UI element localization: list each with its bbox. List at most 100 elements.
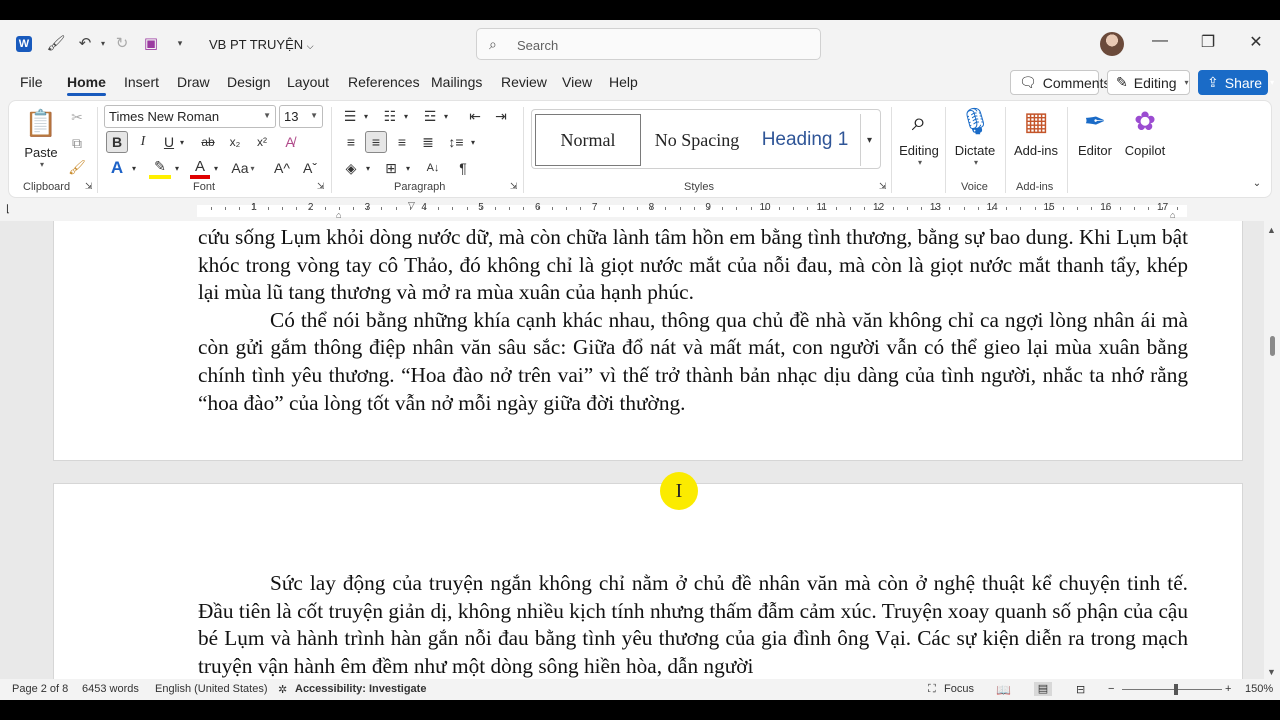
- collapse-ribbon-icon[interactable]: ⌄: [1249, 175, 1265, 191]
- restore-button[interactable]: ❐: [1196, 32, 1220, 56]
- document-title[interactable]: VB PT TRUYỆN ⌵: [209, 37, 314, 52]
- subscript-button[interactable]: x₂: [224, 131, 246, 153]
- align-center-icon[interactable]: ≡: [365, 131, 387, 153]
- tab-view[interactable]: View: [562, 74, 592, 90]
- copy-icon[interactable]: ⧉: [67, 133, 87, 153]
- text-effects-icon[interactable]: A: [106, 157, 128, 179]
- editing-mode-button[interactable]: ✎ Editing ▾: [1107, 70, 1190, 95]
- document-canvas[interactable]: cứu sống Lụm khỏi dòng nước dữ, mà còn c…: [0, 221, 1264, 679]
- right-indent-marker-icon[interactable]: ⌂: [1170, 210, 1175, 220]
- font-size-combo[interactable]: 13 ▼: [279, 105, 323, 128]
- chevron-down-icon[interactable]: ▾: [441, 105, 451, 127]
- zoom-level[interactable]: 150%: [1245, 683, 1273, 695]
- tab-review[interactable]: Review: [501, 74, 547, 90]
- dialog-launcher-icon[interactable]: ⇲: [510, 181, 518, 192]
- line-spacing-icon[interactable]: ↕≡: [446, 131, 466, 153]
- style-no-spacing[interactable]: No Spacing: [644, 114, 750, 166]
- show-formatting-icon[interactable]: ¶: [453, 157, 473, 179]
- chevron-down-icon[interactable]: ▾: [129, 157, 139, 179]
- editor-button[interactable]: ✒ Editor: [1073, 105, 1117, 158]
- zoom-slider[interactable]: [1122, 689, 1222, 690]
- first-line-indent-marker-icon[interactable]: ▽: [408, 200, 415, 211]
- italic-button[interactable]: I: [133, 131, 153, 153]
- tab-home[interactable]: Home: [67, 74, 106, 96]
- strikethrough-button[interactable]: ab: [197, 131, 219, 153]
- chevron-down-icon[interactable]: ▾: [468, 131, 478, 153]
- align-left-icon[interactable]: ≡: [341, 131, 361, 153]
- superscript-button[interactable]: x²: [251, 131, 273, 153]
- read-mode-icon[interactable]: 📖: [996, 683, 1011, 697]
- bullets-icon[interactable]: ☰: [341, 105, 359, 127]
- search-box[interactable]: ⌕ Search: [476, 28, 821, 60]
- page-count[interactable]: Page 2 of 8: [12, 683, 68, 695]
- format-painter-icon[interactable]: 🖌: [67, 157, 87, 177]
- format-painter-quick-icon[interactable]: 🖌: [46, 34, 65, 52]
- chevron-down-icon[interactable]: ▾: [401, 105, 411, 127]
- tab-mailings[interactable]: Mailings: [431, 74, 482, 90]
- scroll-up-icon[interactable]: ▲: [1267, 225, 1276, 235]
- save-icon[interactable]: ▣: [142, 34, 160, 52]
- cut-icon[interactable]: ✂: [67, 107, 87, 127]
- tab-insert[interactable]: Insert: [124, 74, 159, 90]
- undo-dropdown-icon[interactable]: ▾: [94, 34, 112, 52]
- font-color-icon[interactable]: A: [190, 157, 210, 179]
- tab-file[interactable]: File: [20, 74, 43, 90]
- dictate-button[interactable]: 🎙 Dictate ▾: [951, 105, 999, 167]
- tab-references[interactable]: References: [348, 74, 420, 90]
- scroll-thumb[interactable]: [1270, 336, 1275, 356]
- dialog-launcher-icon[interactable]: ⇲: [879, 181, 887, 192]
- increase-indent-icon[interactable]: ⇥: [491, 105, 511, 127]
- chevron-down-icon[interactable]: ▾: [361, 105, 371, 127]
- web-layout-icon[interactable]: ⊟: [1076, 683, 1085, 696]
- change-case-button[interactable]: Aa ▾: [229, 157, 257, 179]
- tab-help[interactable]: Help: [609, 74, 638, 90]
- underline-dropdown-icon[interactable]: ▾: [177, 131, 187, 153]
- chevron-down-icon[interactable]: ▾: [211, 157, 221, 179]
- decrease-indent-icon[interactable]: ⇤: [465, 105, 485, 127]
- style-normal[interactable]: Normal: [535, 114, 641, 166]
- shrink-font-button[interactable]: Aˇ: [299, 157, 321, 179]
- styles-more-icon[interactable]: ▾: [860, 114, 878, 166]
- redo-icon[interactable]: ↻: [113, 34, 131, 52]
- comments-button[interactable]: 🗨 Comments: [1010, 70, 1110, 95]
- zoom-out-icon[interactable]: −: [1108, 683, 1114, 695]
- font-name-combo[interactable]: Times New Roman ▼: [104, 105, 276, 128]
- add-ins-button[interactable]: ▦ Add-ins: [1011, 105, 1061, 158]
- minimize-button[interactable]: —: [1148, 32, 1172, 56]
- focus-button[interactable]: Focus: [944, 683, 974, 695]
- clear-formatting-icon[interactable]: A̸: [279, 131, 301, 153]
- tab-design[interactable]: Design: [227, 74, 271, 90]
- customize-toolbar-icon[interactable]: ▾: [171, 34, 189, 52]
- avatar[interactable]: [1100, 32, 1124, 56]
- bold-button[interactable]: B: [106, 131, 128, 153]
- borders-icon[interactable]: ⊞: [381, 157, 401, 179]
- language-status[interactable]: English (United States): [155, 683, 268, 695]
- chevron-down-icon[interactable]: ▾: [363, 157, 373, 179]
- zoom-slider-thumb[interactable]: [1174, 684, 1178, 695]
- tab-layout[interactable]: Layout: [287, 74, 329, 90]
- undo-icon[interactable]: ↶: [76, 34, 94, 52]
- word-count[interactable]: 6453 words: [82, 683, 139, 695]
- align-right-icon[interactable]: ≡: [392, 131, 412, 153]
- underline-button[interactable]: U: [159, 131, 179, 153]
- shading-icon[interactable]: ◈: [341, 157, 361, 179]
- dialog-launcher-icon[interactable]: ⇲: [317, 181, 325, 192]
- copilot-button[interactable]: ✿ Copilot: [1119, 105, 1171, 158]
- scroll-down-icon[interactable]: ▼: [1267, 667, 1276, 677]
- tab-draw[interactable]: Draw: [177, 74, 210, 90]
- multilevel-list-icon[interactable]: ☲: [421, 105, 439, 127]
- grow-font-button[interactable]: A^: [271, 157, 293, 179]
- vertical-scrollbar[interactable]: ▲ ▼: [1264, 221, 1280, 679]
- left-indent-marker-icon[interactable]: ⌂: [336, 210, 341, 220]
- print-layout-icon[interactable]: ▤: [1034, 682, 1052, 696]
- editing-button[interactable]: ⌕ Editing ▾: [895, 105, 943, 167]
- dialog-launcher-icon[interactable]: ⇲: [85, 181, 93, 192]
- tab-selector-icon[interactable]: ⌊: [6, 204, 10, 215]
- close-button[interactable]: ✕: [1244, 32, 1268, 56]
- accessibility-status[interactable]: Accessibility: Investigate: [295, 683, 426, 695]
- justify-icon[interactable]: ≣: [418, 131, 438, 153]
- highlight-icon[interactable]: ✎: [149, 157, 171, 179]
- sort-icon[interactable]: A↓: [423, 157, 443, 179]
- chevron-down-icon[interactable]: ▾: [172, 157, 182, 179]
- style-heading-1[interactable]: Heading 1: [752, 114, 858, 166]
